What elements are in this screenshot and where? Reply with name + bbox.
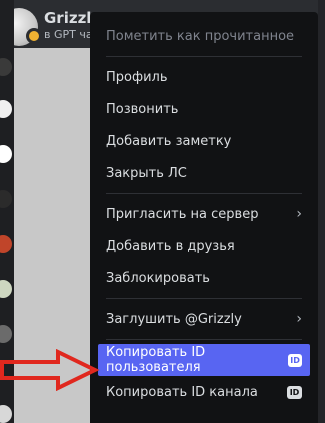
avatar[interactable] xyxy=(0,325,12,343)
menu-item-label: Заглушить @Grizzly xyxy=(106,311,242,327)
avatar[interactable] xyxy=(0,145,12,163)
id-badge-icon: ID xyxy=(288,353,302,367)
avatar[interactable] xyxy=(0,190,12,208)
id-badge-icon: ID xyxy=(287,385,302,399)
status-idle-icon xyxy=(26,28,42,44)
menu-item-label: Добавить заметку xyxy=(106,133,232,149)
menu-item-label: Заблокировать xyxy=(106,270,210,286)
red-arrow-icon xyxy=(0,349,100,391)
chevron-right-icon: › xyxy=(296,311,302,327)
menu-item-invite[interactable]: Пригласить на сервер › xyxy=(98,198,310,230)
avatar[interactable] xyxy=(0,280,12,298)
menu-item-label: Пригласить на сервер xyxy=(106,206,259,222)
menu-item-label: Профиль xyxy=(106,69,168,85)
menu-separator xyxy=(106,339,302,340)
menu-item-close-dm[interactable]: Закрыть ЛС xyxy=(98,157,310,189)
avatar[interactable] xyxy=(0,100,12,118)
menu-item-copy-user-id[interactable]: Копировать ID пользователя ID xyxy=(98,344,310,376)
context-menu: Пометить как прочитанное Профиль Позвони… xyxy=(90,12,318,423)
menu-item-label: Пометить как прочитанное xyxy=(106,28,295,44)
menu-separator xyxy=(106,298,302,299)
avatar[interactable] xyxy=(0,235,12,253)
menu-item-add-note[interactable]: Добавить заметку xyxy=(98,125,310,157)
menu-item-label: Добавить в друзья xyxy=(106,238,235,254)
chevron-right-icon: › xyxy=(296,206,302,222)
dm-activity: в GPT ча xyxy=(44,28,93,41)
menu-separator xyxy=(106,193,302,194)
menu-separator xyxy=(106,56,302,57)
menu-item-block[interactable]: Заблокировать xyxy=(98,262,310,294)
menu-item-mark-read[interactable]: Пометить как прочитанное xyxy=(98,20,310,52)
background-edge xyxy=(318,0,325,423)
menu-item-call[interactable]: Позвонить xyxy=(98,93,310,125)
menu-item-copy-channel-id[interactable]: Копировать ID канала ID xyxy=(98,376,310,408)
menu-item-label: Копировать ID канала xyxy=(106,384,258,400)
menu-item-profile[interactable]: Профиль xyxy=(98,61,310,93)
discord-window: Grizzly в GPT ча Пометить как прочитанно… xyxy=(0,0,325,423)
avatar[interactable] xyxy=(0,58,12,76)
avatar[interactable] xyxy=(0,405,12,423)
menu-item-label: Копировать ID пользователя xyxy=(106,345,206,375)
menu-item-add-friend[interactable]: Добавить в друзья xyxy=(98,230,310,262)
menu-item-mute[interactable]: Заглушить @Grizzly › xyxy=(98,303,310,335)
menu-item-label: Закрыть ЛС xyxy=(106,165,187,181)
menu-item-label: Позвонить xyxy=(106,101,179,117)
